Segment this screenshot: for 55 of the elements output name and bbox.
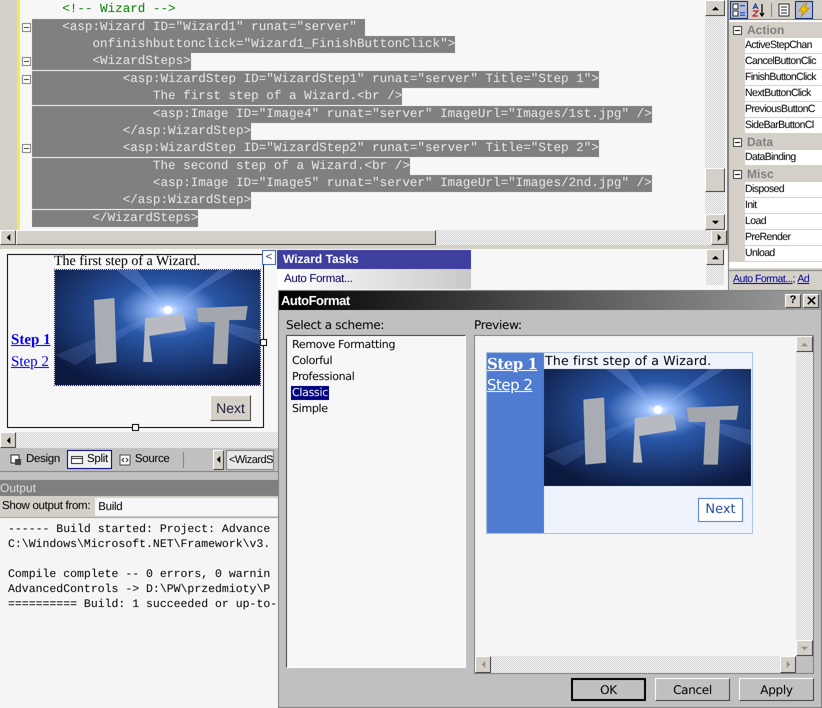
dialog-title: AutoFormat bbox=[281, 292, 351, 310]
output-line: C:\Windows\Microsoft.NET\Framework\v3. bbox=[8, 537, 272, 552]
step-link[interactable]: Step 2 bbox=[487, 375, 544, 396]
property-name[interactable]: Unload bbox=[745, 246, 822, 262]
category-label: Action bbox=[747, 24, 784, 36]
property-name[interactable]: CancelButtonClic bbox=[745, 54, 822, 70]
next-button[interactable]: Next bbox=[210, 395, 251, 421]
breadcrumb[interactable]: <WizardS bbox=[226, 450, 274, 470]
step-link[interactable]: Step 1 bbox=[11, 330, 54, 350]
output-line: ------ Build started: Project: Advance bbox=[8, 522, 272, 537]
view-tab[interactable]: Source bbox=[114, 450, 174, 469]
step-link[interactable]: Step 2 bbox=[11, 352, 54, 372]
separator-text: ; bbox=[792, 272, 796, 287]
verb-link[interactable]: Auto Format... bbox=[733, 272, 793, 288]
preview-label: Preview: bbox=[474, 318, 523, 334]
tasks-title: Wizard Tasks bbox=[277, 250, 471, 269]
scheme-list[interactable]: Remove Formatting Colorful Professional Classic Simple bbox=[286, 335, 466, 668]
category-label: Misc bbox=[747, 168, 774, 180]
scheme-item[interactable]: Colorful bbox=[291, 354, 334, 368]
step-text: The first step of a Wizard. bbox=[54, 255, 202, 269]
property-name[interactable]: PreviousButtonC bbox=[745, 102, 822, 118]
step-text: The first step of a Wizard. bbox=[544, 353, 712, 369]
help-button[interactable]: ? bbox=[785, 294, 801, 308]
next-button[interactable]: Next bbox=[698, 498, 743, 522]
output-line: ========== Build: 1 succeeded or up-to- bbox=[8, 597, 278, 612]
property-name[interactable]: SideBarButtonCl bbox=[745, 118, 822, 134]
output-source-dropdown[interactable]: Build bbox=[95, 498, 280, 516]
task-link[interactable]: Auto Format... bbox=[277, 269, 471, 289]
property-name[interactable]: PreRender bbox=[745, 230, 822, 246]
output-line: AdvancedControls -> D:\PW\przedmioty\P bbox=[8, 582, 272, 597]
property-name[interactable]: ActiveStepChan bbox=[745, 38, 822, 54]
scheme-label: Select a scheme: bbox=[286, 318, 386, 334]
scheme-item[interactable]: Professional bbox=[291, 370, 356, 384]
code-line: <!-- Wizard --> bbox=[61, 1, 176, 18]
property-name[interactable]: FinishButtonClick bbox=[745, 70, 822, 86]
view-tab[interactable]: Split bbox=[67, 450, 112, 469]
view-tab[interactable]: Design bbox=[6, 450, 64, 469]
scheme-item[interactable]: Classic bbox=[291, 386, 329, 400]
dialog-button[interactable]: Cancel bbox=[655, 678, 730, 701]
show-output-label: Show output from: bbox=[1, 498, 92, 514]
step-link[interactable]: Step 1 bbox=[487, 354, 544, 375]
property-name[interactable]: DataBinding bbox=[745, 150, 822, 166]
verb-link[interactable]: Ad bbox=[797, 272, 810, 288]
output-line: Compile complete -- 0 errors, 0 warnin bbox=[8, 567, 272, 582]
scheme-item[interactable]: Simple bbox=[291, 402, 329, 416]
property-name[interactable]: Load bbox=[745, 214, 822, 230]
property-name[interactable]: NextButtonClick bbox=[745, 86, 822, 102]
scheme-item[interactable]: Remove Formatting bbox=[291, 338, 396, 352]
property-name[interactable]: Init bbox=[745, 198, 822, 214]
wizard-control[interactable]: Step 1 Step 2 The first step of a Wizard. Next bbox=[7, 254, 264, 428]
smart-tag-button[interactable]: < bbox=[262, 250, 276, 265]
dialog-button[interactable]: Apply bbox=[739, 678, 814, 701]
dialog-button[interactable]: OK bbox=[571, 678, 646, 701]
category-label: Data bbox=[747, 136, 774, 148]
property-name[interactable]: Disposed bbox=[745, 182, 822, 198]
